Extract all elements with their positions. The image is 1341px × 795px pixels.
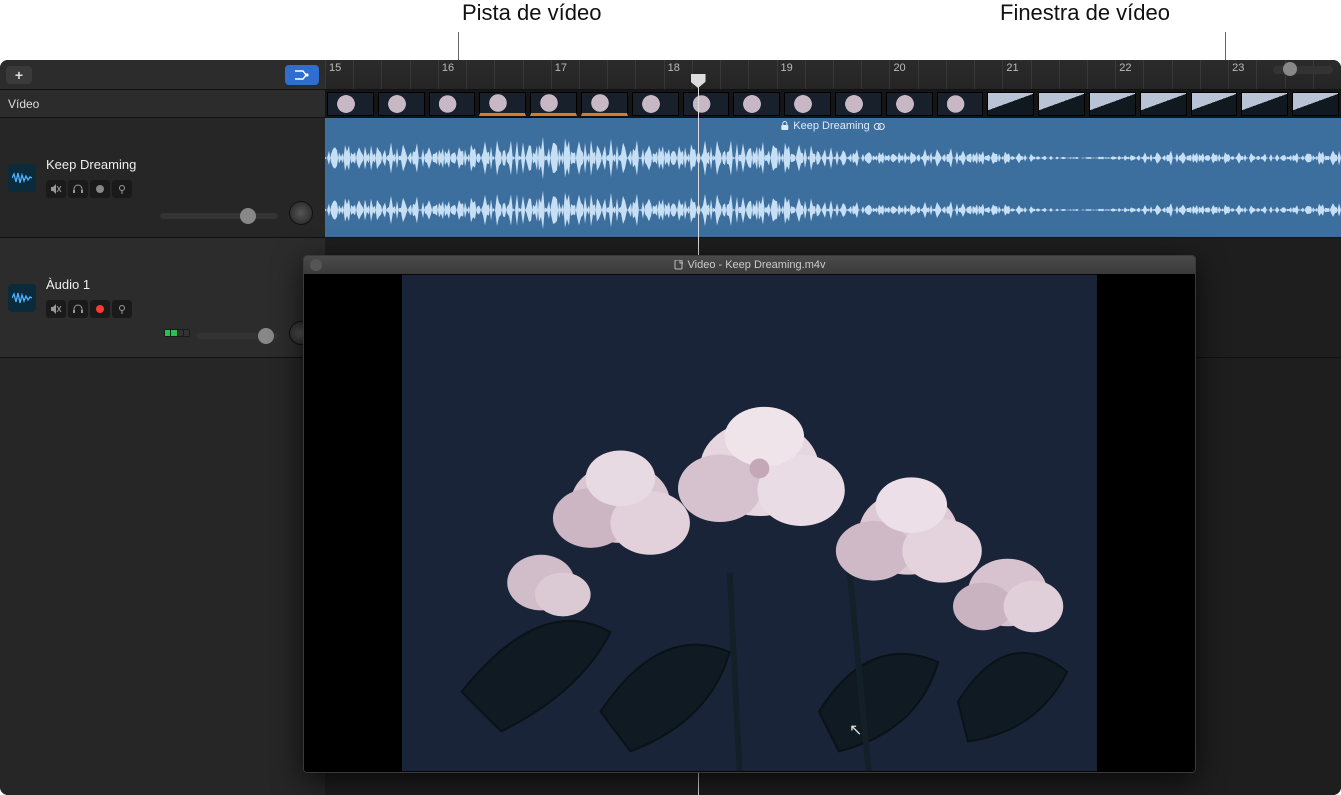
track-headers-panel: + Vídeo Keep Dreaming — [0, 60, 325, 795]
video-thumbnail — [784, 92, 831, 116]
video-thumbnail — [327, 92, 374, 116]
annotation-video-window: Finestra de vídeo — [1000, 0, 1170, 26]
video-window-titlebar[interactable]: Video - Keep Dreaming.m4v — [304, 256, 1195, 274]
video-thumbnail — [683, 92, 730, 116]
record-icon — [96, 305, 104, 313]
document-icon — [674, 260, 684, 270]
video-thumbnail — [1140, 92, 1187, 116]
headphones-icon — [72, 184, 84, 194]
track-name-label: Àudio 1 — [46, 277, 132, 292]
loop-icon — [874, 122, 886, 131]
video-thumbnail — [937, 92, 984, 116]
input-monitor-button[interactable] — [112, 180, 132, 198]
track-type-icon — [8, 284, 36, 312]
close-button[interactable] — [310, 259, 322, 271]
pan-knob[interactable] — [289, 201, 313, 225]
track-filter-button[interactable] — [285, 65, 319, 85]
input-monitor-icon — [117, 184, 127, 194]
video-thumbnail — [987, 92, 1034, 116]
video-thumbnail — [581, 92, 628, 116]
add-track-button[interactable]: + — [6, 66, 32, 84]
track-type-icon — [8, 164, 36, 192]
video-track-lane[interactable] — [325, 90, 1341, 118]
video-thumbnail — [835, 92, 882, 116]
record-enable-button[interactable] — [90, 180, 110, 198]
video-thumbnail — [1292, 92, 1339, 116]
video-thumbnail — [378, 92, 425, 116]
timeline-ruler[interactable] — [325, 60, 1341, 90]
lock-icon — [780, 121, 789, 131]
video-thumbnail — [530, 92, 577, 116]
solo-button[interactable] — [68, 180, 88, 198]
mute-button[interactable] — [46, 300, 66, 318]
video-frame-image — [402, 274, 1097, 772]
cursor-icon: ↖ — [849, 720, 862, 740]
level-meter — [164, 329, 190, 337]
video-thumbnail — [1089, 92, 1136, 116]
waveform — [325, 132, 1341, 184]
headphones-icon — [72, 304, 84, 314]
video-preview-window[interactable]: Video - Keep Dreaming.m4v ↖ — [303, 255, 1196, 773]
mute-icon — [50, 184, 62, 194]
region-header: Keep Dreaming — [780, 120, 885, 132]
video-header-label: Vídeo — [8, 97, 39, 111]
video-section-header: Vídeo — [0, 90, 325, 118]
record-icon — [96, 185, 104, 193]
input-monitor-button[interactable] — [112, 300, 132, 318]
video-window-title: Video - Keep Dreaming.m4v — [688, 259, 826, 271]
volume-slider[interactable] — [196, 333, 278, 339]
video-thumbnail — [429, 92, 476, 116]
region-name-label: Keep Dreaming — [793, 120, 869, 132]
input-monitor-icon — [117, 304, 127, 314]
video-thumbnail — [886, 92, 933, 116]
volume-slider[interactable] — [160, 213, 278, 219]
mute-button[interactable] — [46, 180, 66, 198]
track-header[interactable]: Keep Dreaming — [0, 118, 325, 238]
video-thumbnail — [1191, 92, 1238, 116]
video-thumbnail — [1038, 92, 1085, 116]
sidebar-toolbar: + — [0, 60, 325, 90]
zoom-slider[interactable] — [1273, 66, 1333, 74]
waveform — [325, 184, 1341, 236]
video-thumbnail — [1241, 92, 1288, 116]
video-thumbnail — [632, 92, 679, 116]
track-header[interactable]: Àudio 1 — [0, 238, 325, 358]
track-name-label: Keep Dreaming — [46, 157, 136, 172]
video-thumbnail — [479, 92, 526, 116]
audio-region[interactable]: Keep Dreaming — [325, 118, 1341, 238]
record-enable-button[interactable] — [90, 300, 110, 318]
filter-icon — [294, 69, 310, 81]
annotation-video-track: Pista de vídeo — [462, 0, 601, 26]
video-preview-content: ↖ — [304, 274, 1195, 772]
plus-icon: + — [15, 67, 23, 83]
solo-button[interactable] — [68, 300, 88, 318]
mute-icon — [50, 304, 62, 314]
video-thumbnail — [733, 92, 780, 116]
